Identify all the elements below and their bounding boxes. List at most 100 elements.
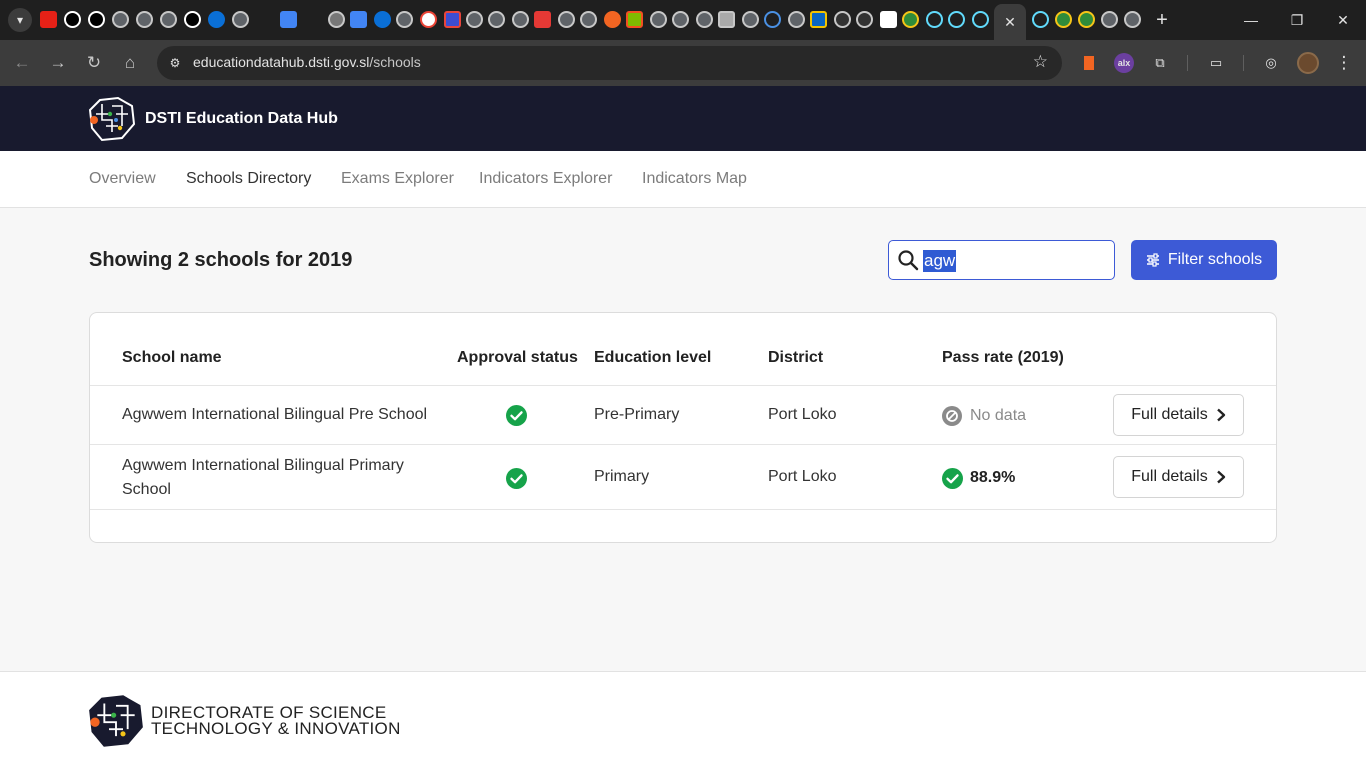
main-nav: Overview Schools Directory Exams Explore… <box>0 151 1366 208</box>
site-info-icon[interactable]: ⚙ <box>163 51 187 75</box>
globe-tab-icon[interactable] <box>232 11 249 28</box>
alx-extension-icon[interactable]: alx <box>1112 51 1136 75</box>
search-icon <box>898 250 919 271</box>
avatar-tab-icon[interactable] <box>328 11 345 28</box>
medium-tab-icon[interactable] <box>184 11 201 28</box>
globe-tab-icon[interactable] <box>488 11 505 28</box>
globe-tab-icon[interactable] <box>160 11 177 28</box>
chevron-right-icon <box>1216 470 1225 484</box>
sparkle-tab-icon[interactable] <box>764 11 781 28</box>
edx-tab-icon[interactable] <box>856 11 873 28</box>
row1-pass-rate: No data <box>970 407 1027 424</box>
bookmark-star-icon[interactable]: ☆ <box>1033 52 1048 72</box>
edx-tab-icon[interactable] <box>834 11 851 28</box>
react-tab-icon[interactable] <box>948 11 965 28</box>
site-header: DSTI Education Data Hub <box>0 86 1366 151</box>
active-tab-close-icon[interactable]: ✕ <box>994 4 1026 40</box>
restore-icon[interactable]: ❐ <box>1274 0 1320 40</box>
header-district: District <box>768 349 824 366</box>
dsti-logo-icon[interactable] <box>88 96 136 142</box>
medium-tab-icon[interactable] <box>64 11 81 28</box>
nav-schools-directory[interactable]: Schools Directory <box>186 170 311 188</box>
nav-exams-explorer[interactable]: Exams Explorer <box>341 170 454 188</box>
alx-extension-label: alx <box>1114 53 1134 73</box>
onedrive-tab-icon[interactable] <box>208 11 225 28</box>
reading-list-icon[interactable]: ▭ <box>1204 51 1228 75</box>
globe-tab-icon[interactable] <box>136 11 153 28</box>
tab-search-chevron-icon[interactable]: ▾ <box>8 8 32 32</box>
row1-full-details-button[interactable]: Full details <box>1113 394 1244 436</box>
grid-tab-icon[interactable] <box>718 11 735 28</box>
row2-full-details-button[interactable]: Full details <box>1113 456 1244 498</box>
brand-title[interactable]: DSTI Education Data Hub <box>145 110 338 128</box>
filter-sliders-icon <box>1146 253 1159 267</box>
globe-tab-icon[interactable] <box>396 11 413 28</box>
site-footer: DIRECTORATE OF SCIENCE TECHNOLOGY & INNO… <box>0 671 1366 768</box>
row1-district: Port Loko <box>768 406 837 423</box>
header-education-level: Education level <box>594 349 712 366</box>
dsti-footer-logo-icon[interactable] <box>88 694 144 748</box>
globe-tab-icon[interactable] <box>512 11 529 28</box>
search-input-selected-text[interactable]: agw <box>923 250 957 272</box>
header-approval-status: Approval status <box>457 349 578 366</box>
table-divider <box>90 385 1276 386</box>
profile-avatar[interactable] <box>1297 52 1319 74</box>
onedrive-tab-icon[interactable] <box>374 11 391 28</box>
emblem-tab-icon[interactable] <box>1078 11 1095 28</box>
globe-tab-icon[interactable] <box>672 11 689 28</box>
browser-toolbar: ← → ↻ ⌂ ⚙ educationdatahub.dsti.gov.sl/s… <box>0 40 1366 86</box>
nav-overview[interactable]: Overview <box>89 170 156 188</box>
ask-tab-icon[interactable] <box>604 11 621 28</box>
globe-tab-icon[interactable] <box>1101 11 1118 28</box>
full-details-label: Full details <box>1131 468 1208 485</box>
red-app-tab-icon[interactable] <box>534 11 551 28</box>
globe-tab-icon[interactable] <box>742 11 759 28</box>
emblem-tab-icon[interactable] <box>1055 11 1072 28</box>
reload-icon[interactable]: ↻ <box>82 51 106 75</box>
globe-tab-icon[interactable] <box>788 11 805 28</box>
minimize-icon[interactable]: — <box>1228 0 1274 40</box>
performance-icon[interactable]: ◎ <box>1259 51 1283 75</box>
new-tab-plus-icon[interactable]: + <box>1150 8 1174 32</box>
react-tab-icon[interactable] <box>972 11 989 28</box>
medium-tab-icon[interactable] <box>88 11 105 28</box>
extension-flag-icon[interactable] <box>1077 51 1101 75</box>
nav-indicators-explorer[interactable]: Indicators Explorer <box>479 170 612 188</box>
forward-arrow-icon[interactable]: → <box>46 51 70 75</box>
globe-tab-icon[interactable] <box>650 11 667 28</box>
google-tab-icon[interactable] <box>420 11 437 28</box>
home-icon[interactable]: ⌂ <box>118 51 142 75</box>
pass-check-icon <box>942 468 963 489</box>
page-tab-icon[interactable] <box>880 11 897 28</box>
emblem-tab-icon[interactable] <box>902 11 919 28</box>
youtube-tab-icon[interactable] <box>40 11 57 28</box>
close-window-icon[interactable]: ✕ <box>1320 0 1366 40</box>
x-tab-icon[interactable] <box>444 11 461 28</box>
microsoft-tab-icon[interactable] <box>626 11 643 28</box>
linkedin-tab-icon[interactable] <box>810 11 827 28</box>
globe-tab-icon[interactable] <box>112 11 129 28</box>
row2-school-name: Agwwem International Bilingual Primary S… <box>122 457 404 498</box>
search-box[interactable]: agw <box>888 240 1115 280</box>
filter-schools-button[interactable]: Filter schools <box>1131 240 1277 280</box>
globe-tab-icon[interactable] <box>580 11 597 28</box>
approved-check-icon <box>506 468 527 489</box>
results-heading: Showing 2 schools for 2019 <box>89 249 353 271</box>
browser-tab-strip: ▾ ✕ + — ❐ ✕ <box>0 0 1366 40</box>
react-tab-icon[interactable] <box>1032 11 1049 28</box>
globe-tab-icon[interactable] <box>696 11 713 28</box>
globe-tab-icon[interactable] <box>1124 11 1141 28</box>
globe-tab-icon[interactable] <box>558 11 575 28</box>
address-url[interactable]: educationdatahub.dsti.gov.sl/schools <box>193 54 421 70</box>
react-tab-icon[interactable] <box>926 11 943 28</box>
puzzle-extensions-icon[interactable]: ⧉ <box>1148 51 1172 75</box>
docs-tab-icon[interactable] <box>350 11 367 28</box>
back-arrow-icon[interactable]: ← <box>10 51 34 75</box>
address-bar[interactable]: ⚙ educationdatahub.dsti.gov.sl/schools ☆ <box>157 46 1062 80</box>
kebab-menu-icon[interactable]: ⋮ <box>1332 51 1356 75</box>
globe-tab-icon[interactable] <box>466 11 483 28</box>
docs-tab-icon[interactable] <box>280 11 297 28</box>
nav-indicators-map[interactable]: Indicators Map <box>642 170 747 188</box>
row2-pass-rate: 88.9% <box>970 469 1016 486</box>
filter-schools-label: Filter schools <box>1167 251 1263 268</box>
